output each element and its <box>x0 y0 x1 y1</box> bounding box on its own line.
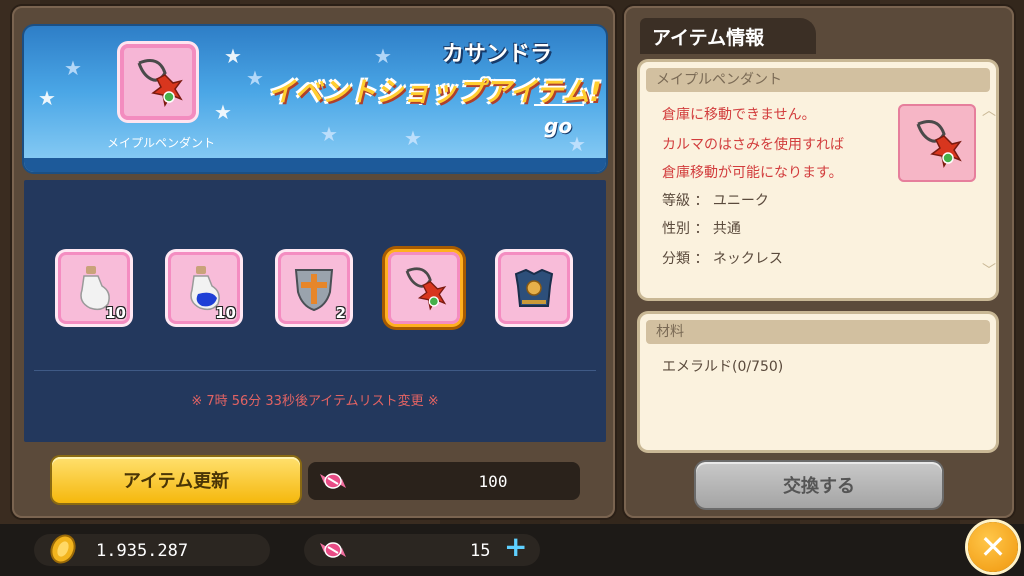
banner-subtitle: カサンドラ <box>442 42 553 67</box>
refresh-cost-value: 100 <box>478 472 508 491</box>
star-icon: ★ <box>38 86 56 110</box>
featured-item-name: メイプルペンダント <box>106 136 215 150</box>
close-button[interactable]: ✕ <box>968 522 1018 572</box>
star-icon: ★ <box>320 122 338 146</box>
gold-coin-icon <box>50 534 76 564</box>
shop-slot-blue-potion[interactable]: 10 <box>168 252 240 324</box>
go-arrow-line <box>534 104 584 106</box>
material-item: エメラルド(0/750) <box>662 359 784 375</box>
candy-icon <box>320 473 346 489</box>
add-candy-plus-icon[interactable]: + <box>504 533 527 561</box>
divider <box>34 370 596 371</box>
item-name-header: メイプルペンダント <box>646 68 990 92</box>
slot-quantity: 10 <box>215 304 236 322</box>
refresh-items-button[interactable]: アイテム更新 <box>52 457 300 503</box>
shop-slot-empty-bottle[interactable]: 10 <box>58 252 130 324</box>
description-line-3: 倉庫移動が可能になります。 <box>662 165 843 181</box>
scroll-down-chevron-icon[interactable]: ﹀ <box>982 260 996 280</box>
slot-quantity: 2 <box>335 304 346 322</box>
star-icon: ★ <box>64 56 82 80</box>
refresh-cost-box: 100 <box>308 462 580 500</box>
refresh-timer-text: ※ 7時 56分 33秒後アイテムリスト変更 ※ <box>191 394 439 409</box>
star-icon: ★ <box>404 126 422 150</box>
description-line-1: 倉庫に移動できません。 <box>662 107 816 123</box>
star-icon: ★ <box>214 100 232 124</box>
maple-pendant-icon <box>405 267 447 311</box>
slot-quantity: 10 <box>105 304 126 322</box>
gender-text: 性別 ： 共通 <box>662 221 741 237</box>
materials-header: 材料 <box>646 320 990 344</box>
category-text: 分類 ： ネックレス <box>662 251 783 267</box>
banner-go-label: go <box>544 114 573 138</box>
star-icon: ★ <box>374 44 392 68</box>
candy-icon <box>320 542 346 558</box>
maple-pendant-icon <box>916 120 962 169</box>
exchange-button[interactable]: 交換する <box>696 462 942 508</box>
shop-item-grid: 10 10 2 ※ 7時 56分 33秒後アイテムリスト変更 ※ <box>24 180 606 442</box>
cross-shield-icon <box>294 269 334 312</box>
close-icon: ✕ <box>979 528 1007 566</box>
shop-slot-shield[interactable]: 2 <box>278 252 350 324</box>
item-info-thumbnail <box>898 104 976 182</box>
scroll-up-chevron-icon[interactable]: ︿ <box>982 100 996 120</box>
shop-slot-maple-pendant[interactable] <box>388 252 460 324</box>
shop-slot-armor[interactable] <box>498 252 570 324</box>
star-icon: ★ <box>224 44 242 68</box>
featured-item-icon <box>120 44 196 120</box>
grade-text: 等級 ： ユニーク <box>662 193 769 209</box>
star-icon: ★ <box>246 66 264 90</box>
maple-pendant-icon <box>137 59 183 108</box>
gold-value: 1.935.287 <box>96 541 189 561</box>
event-banner[interactable]: ★ ★ ★ ★ ★ ★ ★ ★ ★ メイプルペンダント カサンドラ イベントショ… <box>24 26 606 172</box>
materials-card: 材料 エメラルド(0/750) <box>640 314 996 450</box>
item-info-tab: アイテム情報 <box>640 18 816 54</box>
description-line-2: カルマのはさみを使用すれば <box>662 137 844 153</box>
banner-strip <box>24 158 606 172</box>
candy-value: 15 <box>470 541 491 561</box>
armor-chestplate-icon <box>514 268 554 307</box>
